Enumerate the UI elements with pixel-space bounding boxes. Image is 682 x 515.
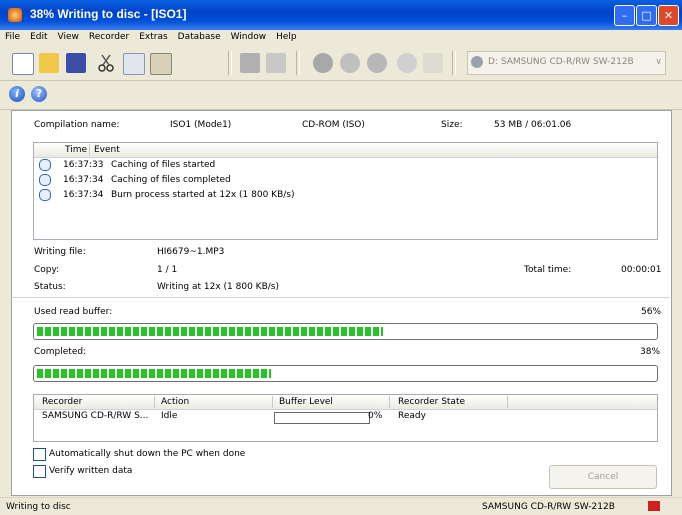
help-pointer-icon[interactable]: ? xyxy=(31,86,47,102)
log-time: 16:37:33 xyxy=(63,160,104,170)
divider xyxy=(11,297,670,298)
menu-extras[interactable]: Extras xyxy=(134,30,172,42)
drive-icon xyxy=(471,56,483,68)
column-recorder-state[interactable]: Recorder State xyxy=(398,397,465,407)
list-item: 16:37:34 Caching of files completed xyxy=(34,174,657,187)
completed-label: Completed: xyxy=(34,347,87,357)
open-folder-icon[interactable] xyxy=(39,53,59,73)
info-icon xyxy=(39,159,51,171)
drive-select-value: D: SAMSUNG CD-R/RW SW-212B xyxy=(488,57,634,67)
completed-percent: 38% xyxy=(640,347,661,357)
column-action[interactable]: Action xyxy=(161,397,189,407)
shutdown-label[interactable]: Automatically shut down the PC when done xyxy=(49,449,245,459)
recorder-buffer-bar xyxy=(274,412,370,424)
column-time[interactable]: Time xyxy=(65,145,87,155)
read-buffer-bar xyxy=(33,323,658,340)
toolbar-separator xyxy=(228,51,232,75)
status-value: Writing at 12x (1 800 KB/s) xyxy=(157,282,279,292)
read-buffer-fill xyxy=(37,327,383,336)
copy-label: Copy: xyxy=(34,265,60,275)
writing-file-label: Writing file: xyxy=(34,247,86,257)
cut-icon[interactable] xyxy=(96,53,116,73)
completed-progress-fill xyxy=(37,369,271,378)
menu-help[interactable]: Help xyxy=(271,30,302,42)
title-bar: 38% Writing to disc - [ISO1] – □ ✕ xyxy=(0,0,682,30)
recorder-buffer-value: 0% xyxy=(368,411,383,421)
chevron-down-icon[interactable]: ∨ xyxy=(655,57,662,67)
writing-file-value: HI6679~1.MP3 xyxy=(157,247,225,257)
paste-icon[interactable] xyxy=(150,53,172,75)
drive-select[interactable]: D: SAMSUNG CD-R/RW SW-212B ∨ xyxy=(467,51,666,75)
menu-view[interactable]: View xyxy=(53,30,84,42)
read-buffer-percent: 56% xyxy=(641,307,662,317)
recorder-table-header: Recorder Action Buffer Level Recorder St… xyxy=(34,395,657,410)
folder-icon[interactable] xyxy=(423,53,443,73)
recorder-status-icon xyxy=(648,501,660,511)
menu-file[interactable]: File xyxy=(0,30,25,42)
total-time-value: 00:00:01 xyxy=(621,265,662,275)
log-event: Caching of files completed xyxy=(111,175,231,185)
column-event[interactable]: Event xyxy=(94,145,120,155)
menu-window[interactable]: Window xyxy=(226,30,272,42)
copy-value: 1 / 1 xyxy=(157,265,178,275)
shutdown-checkbox[interactable] xyxy=(33,448,46,461)
log-time: 16:37:34 xyxy=(63,190,104,200)
recorder-name: SAMSUNG CD-R/RW S... xyxy=(42,411,149,421)
maximize-button[interactable]: □ xyxy=(636,5,657,26)
status-recorder: SAMSUNG CD-R/RW SW-212B xyxy=(482,502,615,512)
event-log-header: Time Event xyxy=(34,143,657,158)
copy-icon[interactable] xyxy=(123,53,145,75)
verify-checkbox[interactable] xyxy=(33,465,46,478)
new-icon[interactable] xyxy=(12,53,34,75)
menu-bar: File Edit View Recorder Extras Database Window… xyxy=(0,30,682,46)
burn-icon[interactable] xyxy=(266,53,286,73)
recorder-state: Ready xyxy=(398,411,426,421)
size-label: Size: xyxy=(441,120,463,130)
log-event: Caching of files started xyxy=(111,160,216,170)
secondary-toolbar xyxy=(0,81,682,110)
toolbar-separator xyxy=(296,51,300,75)
menu-recorder[interactable]: Recorder xyxy=(84,30,134,42)
nero-app-icon xyxy=(8,8,22,22)
event-log[interactable]: Time Event 16:37:33 Caching of files sta… xyxy=(33,142,658,240)
copy-disc-icon[interactable] xyxy=(340,53,360,73)
compilation-name-label: Compilation name: xyxy=(34,120,120,130)
list-item: 16:37:34 Burn process started at 12x (1 … xyxy=(34,189,657,202)
recorder-table[interactable]: Recorder Action Buffer Level Recorder St… xyxy=(33,394,658,442)
menu-database[interactable]: Database xyxy=(173,30,226,42)
disc-tools-icon[interactable] xyxy=(367,53,387,73)
log-time: 16:37:34 xyxy=(63,175,104,185)
disc-info-icon[interactable] xyxy=(313,53,333,73)
list-item: 16:37:33 Caching of files started xyxy=(34,159,657,172)
status-text: Writing to disc xyxy=(6,502,71,512)
status-bar: Writing to disc SAMSUNG CD-R/RW SW-212B xyxy=(0,497,682,515)
info-icon xyxy=(39,189,51,201)
completed-progress-bar xyxy=(33,365,658,382)
info-icon[interactable]: i xyxy=(9,86,25,102)
log-event: Burn process started at 12x (1 800 KB/s) xyxy=(111,190,295,200)
erase-disc-icon[interactable] xyxy=(397,53,417,73)
recorder-action: Idle xyxy=(161,411,178,421)
compilation-name-value: ISO1 (Mode1) xyxy=(170,120,232,130)
column-buffer-level[interactable]: Buffer Level xyxy=(279,397,333,407)
minimize-button[interactable]: – xyxy=(614,5,635,26)
size-value: 53 MB / 06:01.06 xyxy=(494,120,572,130)
info-icon xyxy=(39,174,51,186)
status-label: Status: xyxy=(34,282,66,292)
menu-edit[interactable]: Edit xyxy=(25,30,52,42)
cancel-button[interactable]: Cancel xyxy=(549,465,657,489)
total-time-label: Total time: xyxy=(524,265,572,275)
burn-window: 38% Writing to disc - [ISO1] – □ ✕ File E… xyxy=(0,0,682,515)
read-buffer-label: Used read buffer: xyxy=(34,307,113,317)
toolbar-separator xyxy=(452,51,456,75)
edit-compilation-icon[interactable] xyxy=(240,53,260,73)
save-icon[interactable] xyxy=(66,53,86,73)
verify-label[interactable]: Verify written data xyxy=(49,466,132,476)
compilation-type: CD-ROM (ISO) xyxy=(302,120,365,130)
column-recorder[interactable]: Recorder xyxy=(42,397,82,407)
close-button[interactable]: ✕ xyxy=(658,5,679,26)
window-title: 38% Writing to disc - [ISO1] xyxy=(30,7,187,21)
